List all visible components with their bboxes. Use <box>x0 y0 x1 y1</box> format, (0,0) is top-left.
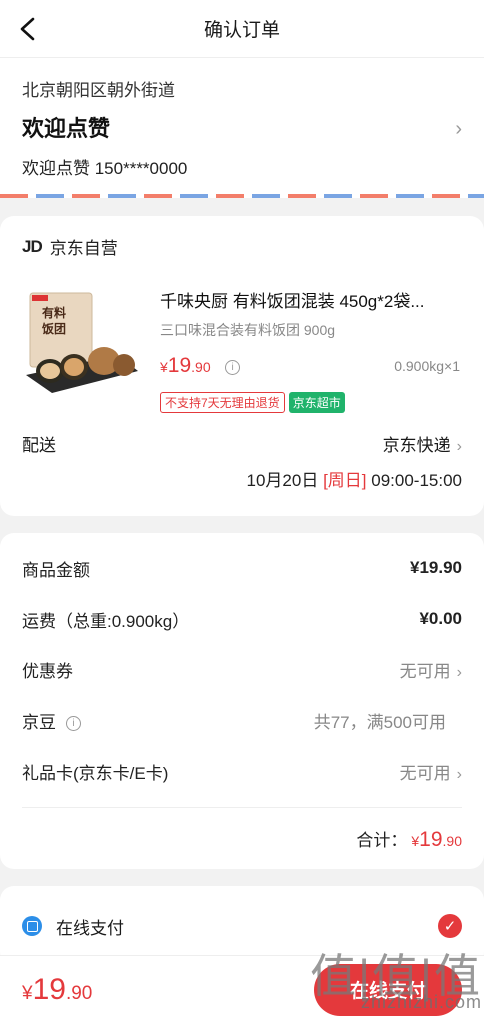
price-info-icon[interactable]: i <box>225 360 241 376</box>
shop-card: JD 京东自营 有料 饭团 千味央厨 有料饭团混装 450g*2袋... 三口味… <box>0 216 484 516</box>
total-row: 合计： ¥19.90 <box>356 827 462 851</box>
shipping-carrier: 京东快递 <box>382 436 451 455</box>
address-name: 欢迎点赞 <box>22 116 111 141</box>
shipping-row[interactable]: 配送 京东快递 › 10月20日 [周日] 09:00-15:00 <box>22 431 462 491</box>
address-region: 北京朝阳区朝外街道 <box>22 81 175 100</box>
product-price: ¥19.90 <box>160 354 211 377</box>
supermarket-tag: 京东超市 <box>288 392 345 413</box>
product-tags: 不支持7天无理由退货 京东超市 <box>160 392 462 413</box>
chevron-right-icon: › <box>456 766 462 784</box>
freight-row: 运费（总重:0.900kg） ¥0.00 <box>22 609 462 631</box>
shipping-detail: 京东快递 › 10月20日 [周日] 09:00-15:00 <box>247 431 463 491</box>
product-info: 千味央厨 有料饭团混装 450g*2袋... 三口味混合装有料饭团 900g ¥… <box>160 287 462 413</box>
product-spec: 三口味混合装有料饭团 900g <box>160 322 336 338</box>
total-price: ¥19.90 <box>411 827 462 851</box>
top-nav: 确认订单 <box>0 0 484 58</box>
check-icon[interactable]: ✓ <box>438 914 462 938</box>
divider <box>22 806 462 808</box>
coupon-value: 无可用 <box>399 662 451 682</box>
online-pay-icon <box>22 916 42 936</box>
chevron-right-icon: › <box>456 664 462 682</box>
address-contact: 欢迎点赞 150****0000 <box>22 159 188 178</box>
goods-amount-row: 商品金额 ¥19.90 <box>22 558 462 580</box>
product-qty: 0.900kg×1 <box>394 358 460 374</box>
chevron-right-icon: › <box>456 438 462 455</box>
order-page: 确认订单 北京朝阳区朝外街道 欢迎点赞 欢迎点赞 150****0000 › J… <box>0 0 484 1023</box>
svg-text:饭团: 饭团 <box>41 321 66 336</box>
product-image: 有料 饭团 <box>22 287 140 397</box>
shop-name: 京东自营 <box>49 239 118 258</box>
price-row: ¥19.90 i 0.900kg×1 <box>160 354 460 378</box>
coupon-row[interactable]: 优惠券 无可用 › <box>22 645 462 696</box>
beans-info-icon[interactable]: i <box>66 716 81 732</box>
payment-card[interactable]: 在线支付 ✓ <box>0 886 484 966</box>
no-return-tag: 不支持7天无理由退货 <box>160 392 285 413</box>
back-arrow-icon[interactable] <box>14 14 44 44</box>
amount-card: 商品金额 ¥19.90 运费（总重:0.900kg） ¥0.00 优惠券 无可用… <box>0 533 484 869</box>
page-title: 确认订单 <box>203 20 280 41</box>
address-card[interactable]: 北京朝阳区朝外街道 欢迎点赞 欢迎点赞 150****0000 › <box>0 58 484 198</box>
goods-amount-value: ¥19.90 <box>410 558 462 578</box>
shop-header: JD 京东自营 <box>22 234 462 259</box>
beans-value: 共77，满500可用 <box>313 713 446 733</box>
right-edge <box>484 0 500 1023</box>
delivery-slot: 10月20日 [周日] 09:00-15:00 <box>246 471 463 490</box>
bottom-total-price: ¥19.90 <box>22 972 93 1006</box>
watermark-url: zhizhizhi.com <box>360 992 482 1012</box>
product-item[interactable]: 有料 饭团 千味央厨 有料饭团混装 450g*2袋... 三口味混合装有料饭团 … <box>22 287 462 413</box>
gift-card-value: 无可用 <box>399 764 451 784</box>
svg-text:有料: 有料 <box>42 305 66 320</box>
jd-logo-icon: JD <box>22 236 43 256</box>
freight-value: ¥0.00 <box>419 609 462 629</box>
jd-beans-row: 京豆 i 共77，满500可用 <box>22 695 462 746</box>
shipping-label: 配送 <box>22 436 56 455</box>
payment-method: 在线支付 <box>56 918 124 938</box>
chevron-right-icon: › <box>455 118 462 140</box>
gift-card-row[interactable]: 礼品卡(京东卡/E卡) 无可用 › <box>22 746 462 797</box>
envelope-stripe <box>0 194 484 198</box>
product-name: 千味央厨 有料饭团混装 450g*2袋... <box>160 292 425 311</box>
